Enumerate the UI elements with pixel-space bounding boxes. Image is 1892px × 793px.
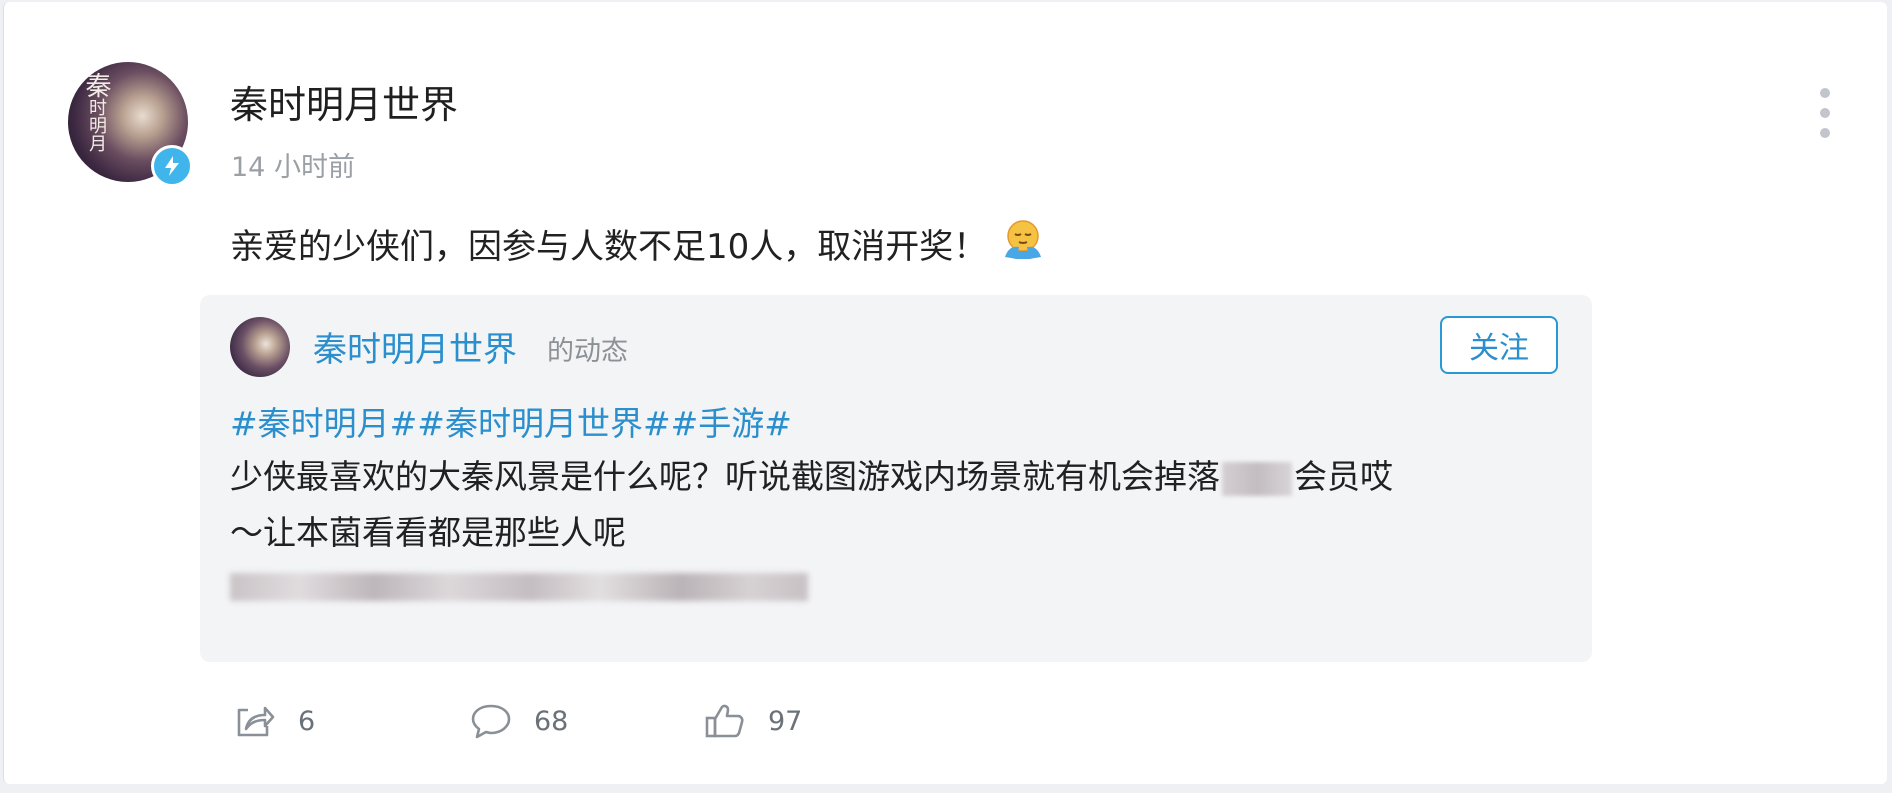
share-count: 6 [298, 705, 316, 737]
repost-author-name[interactable]: 秦时明月世界 [313, 322, 517, 371]
reposted-content[interactable]: 秦时明月世界 的动态 关注 #秦时明月##秦时明月世界##手游# 少侠最喜欢的大… [200, 295, 1592, 662]
follow-button[interactable]: 关注 [1440, 316, 1558, 374]
verified-badge [151, 145, 193, 187]
more-options-button[interactable] [1818, 88, 1832, 138]
repost-body: 少侠最喜欢的大秦风景是什么呢？听说截图游戏内场景就有机会掉落 会员哎 ～让本菌看看… [230, 449, 1570, 561]
post-text: 亲爱的少侠们，因参与人数不足10人，取消开奖！ [230, 217, 1045, 270]
repost-body-line-2: ～让本菌看看都是那些人呢 [230, 513, 626, 552]
redacted-text [1222, 461, 1292, 496]
share-icon [237, 706, 275, 737]
comment-button[interactable]: 68 [470, 702, 568, 740]
share-button[interactable]: 6 [234, 702, 315, 740]
post-card: 秦时明月 秦时明月世界 14 小时前 亲爱的少侠们，因参与人数不足10人，取消开… [3, 2, 1887, 784]
post-time: 14 小时前 [231, 152, 355, 183]
like-button[interactable]: 97 [704, 702, 802, 740]
hug-emoji-icon [1001, 217, 1045, 270]
repost-author-avatar[interactable] [230, 317, 290, 377]
avatar-seal: 秦时明月 [81, 72, 111, 152]
more-vertical-icon [1820, 88, 1830, 98]
repost-hashtags[interactable]: #秦时明月##秦时明月世界##手游# [230, 397, 792, 445]
thumbs-up-icon [705, 704, 744, 738]
lightning-icon [165, 156, 179, 176]
comment-icon [471, 704, 511, 739]
author-name[interactable]: 秦时明月世界 [230, 74, 458, 129]
like-count: 97 [768, 705, 803, 737]
comment-count: 68 [534, 705, 569, 737]
repost-body-line-1: 少侠最喜欢的大秦风景是什么呢？听说截图游戏内场景就有机会掉落 会员哎 [230, 457, 1393, 496]
repost-suffix: 的动态 [547, 336, 628, 367]
redacted-link[interactable] [230, 573, 808, 605]
post-text-content: 亲爱的少侠们，因参与人数不足10人，取消开奖！ [230, 227, 988, 267]
